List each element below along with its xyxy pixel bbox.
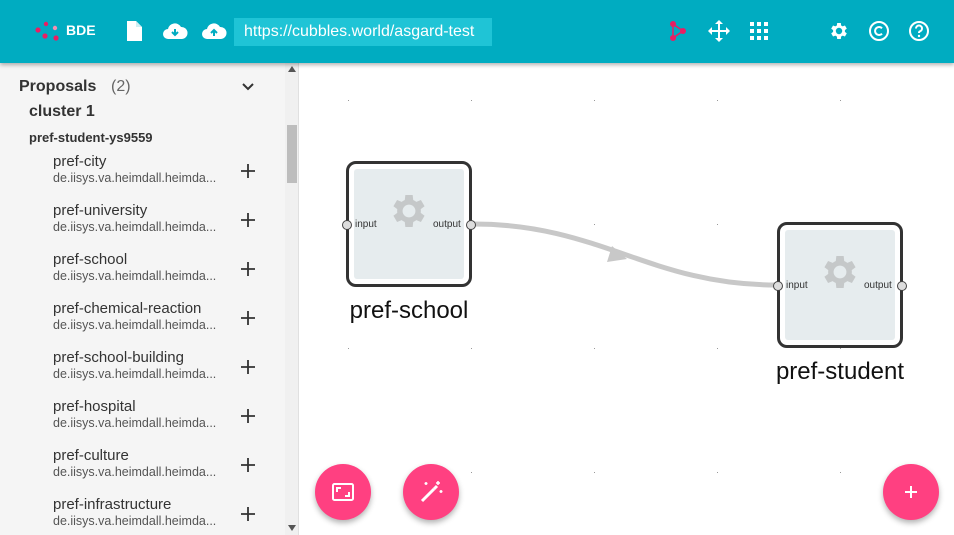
- item-artifact-id: de.iisys.va.heimdall.heimda...: [53, 465, 217, 479]
- component-node-pref-student[interactable]: input output: [773, 222, 907, 348]
- list-item[interactable]: pref-school de.iisys.va.heimdall.heimda..…: [53, 251, 273, 291]
- add-icon[interactable]: [239, 456, 257, 474]
- list-item[interactable]: pref-chemical-reaction de.iisys.va.heimda…: [53, 300, 273, 340]
- item-artifact-id: de.iisys.va.heimdall.heimda...: [53, 220, 217, 234]
- input-slot[interactable]: [342, 220, 352, 230]
- bde-logo-icon: [35, 21, 59, 41]
- chevron-down-icon[interactable]: [240, 80, 256, 94]
- gear-icon: [824, 256, 856, 288]
- add-icon[interactable]: [239, 309, 257, 327]
- item-artifact-id: de.iisys.va.heimdall.heimda...: [53, 367, 217, 381]
- group-label: pref-student-ys9559: [29, 130, 153, 145]
- upload-cloud-icon[interactable]: [201, 20, 227, 42]
- proposals-count: (2): [111, 78, 131, 95]
- url-field[interactable]: https://cubbles.world/asgard-test: [234, 18, 492, 46]
- component-node-pref-school[interactable]: input output: [342, 161, 476, 287]
- move-arrows-icon[interactable]: [707, 19, 731, 43]
- app-name: BDE: [66, 22, 96, 38]
- output-slot-label: output: [433, 219, 461, 230]
- list-item[interactable]: pref-school-building de.iisys.va.heimdall…: [53, 349, 273, 389]
- graph-canvas[interactable]: input output pref-school input output pr…: [300, 63, 954, 535]
- sitemap-icon[interactable]: [667, 20, 689, 42]
- help-icon[interactable]: [908, 20, 930, 42]
- item-artifact-id: de.iisys.va.heimdall.heimda...: [53, 318, 217, 332]
- fit-view-button[interactable]: [315, 464, 371, 520]
- sidebar-scrollbar[interactable]: [285, 63, 298, 535]
- cluster-label: cluster 1: [29, 103, 95, 120]
- add-icon[interactable]: [239, 407, 257, 425]
- new-file-icon[interactable]: [123, 20, 145, 42]
- add-icon[interactable]: [239, 505, 257, 523]
- list-item[interactable]: pref-university de.iisys.va.heimdall.heim…: [53, 202, 273, 242]
- item-artifact-id: de.iisys.va.heimdall.heimda...: [53, 514, 217, 528]
- item-artifact-id: de.iisys.va.heimdall.heimda...: [53, 171, 217, 185]
- top-app-bar: BDE https://cubbles.world/asgard-test: [0, 0, 954, 63]
- gear-icon: [393, 195, 425, 227]
- auto-layout-wand-icon: [420, 481, 443, 503]
- scroll-up-arrow-icon[interactable]: [288, 66, 296, 72]
- list-item[interactable]: pref-infrastructure de.iisys.va.heimdall.…: [53, 496, 273, 535]
- output-slot-label: output: [864, 280, 892, 291]
- scroll-thumb[interactable]: [287, 125, 297, 183]
- add-icon[interactable]: [239, 162, 257, 180]
- apps-grid-icon[interactable]: [750, 22, 768, 40]
- add-icon: [905, 486, 917, 498]
- scroll-down-arrow-icon[interactable]: [288, 525, 296, 531]
- proposals-sidebar: Proposals (2) cluster 1 pref-student-ys9…: [0, 63, 299, 535]
- list-item[interactable]: pref-city de.iisys.va.heimdall.heimda...: [53, 153, 273, 193]
- item-artifact-id: de.iisys.va.heimdall.heimda...: [53, 416, 217, 430]
- item-artifact-id: de.iisys.va.heimdall.heimda...: [53, 269, 217, 283]
- gear-icon[interactable]: [828, 20, 850, 42]
- fit-view-icon: [332, 483, 354, 501]
- list-item[interactable]: pref-hospital de.iisys.va.heimdall.heimda…: [53, 398, 273, 438]
- auto-layout-button[interactable]: [403, 464, 459, 520]
- input-slot-label: input: [355, 219, 377, 230]
- copyright-icon[interactable]: [868, 20, 890, 42]
- add-icon[interactable]: [239, 358, 257, 376]
- add-icon[interactable]: [239, 211, 257, 229]
- list-item[interactable]: pref-culture de.iisys.va.heimdall.heimda.…: [53, 447, 273, 487]
- download-cloud-icon[interactable]: [162, 20, 188, 42]
- output-slot[interactable]: [897, 281, 907, 291]
- input-slot-label: input: [786, 280, 808, 291]
- add-component-button[interactable]: [883, 464, 939, 520]
- add-icon[interactable]: [239, 260, 257, 278]
- node-title: pref-student: [775, 358, 905, 385]
- input-slot[interactable]: [773, 281, 783, 291]
- proposals-title: Proposals: [19, 78, 97, 95]
- output-slot[interactable]: [466, 220, 476, 230]
- node-title: pref-school: [349, 297, 469, 324]
